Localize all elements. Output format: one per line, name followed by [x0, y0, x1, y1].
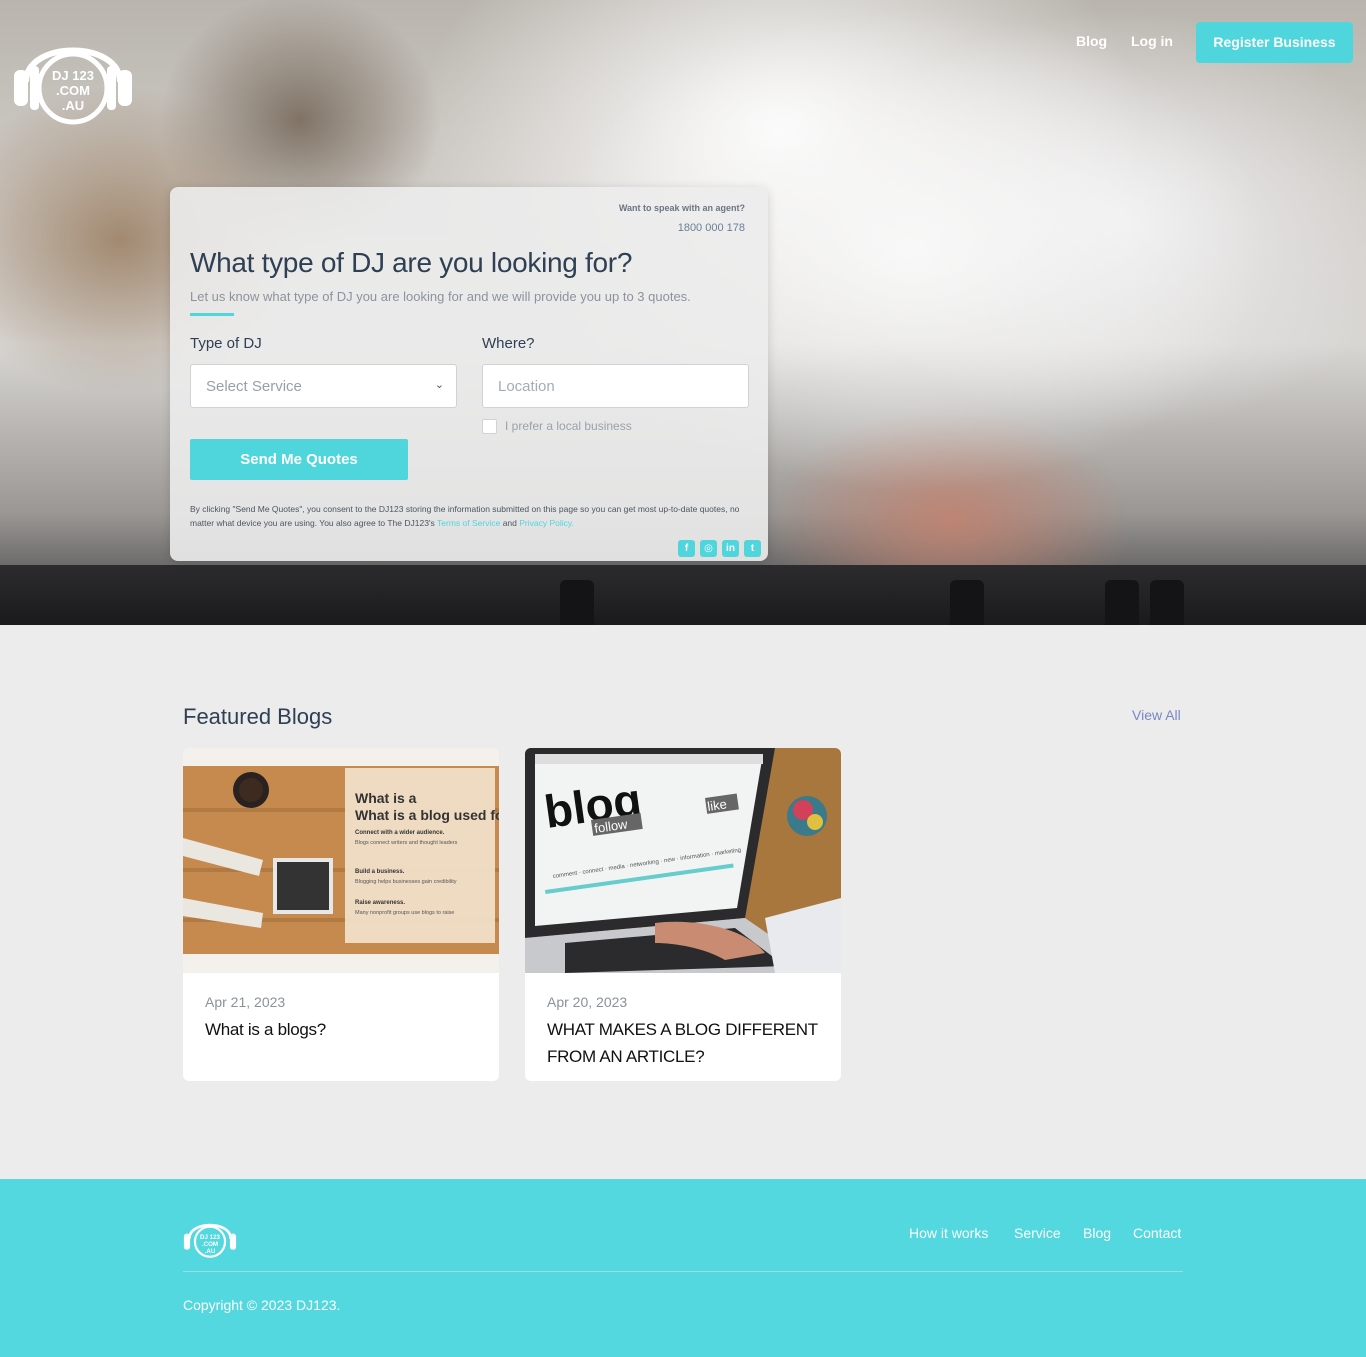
- footer-link-how-it-works[interactable]: How it works: [909, 1225, 988, 1241]
- social-links: f ◎ in t: [678, 540, 761, 557]
- footer-logo[interactable]: DJ 123 .COM .AU: [183, 1211, 237, 1259]
- site-logo[interactable]: DJ 123 .COM .AU: [12, 20, 134, 126]
- view-all-link[interactable]: View All: [1132, 707, 1181, 723]
- footer-link-service[interactable]: Service: [1014, 1225, 1061, 1241]
- copyright-text: Copyright © 2023 DJ123.: [183, 1297, 341, 1313]
- blog-title[interactable]: What is a blogs?: [205, 1016, 485, 1043]
- linkedin-icon[interactable]: in: [722, 540, 739, 557]
- local-business-checkbox[interactable]: [482, 419, 497, 434]
- consent-text: By clicking "Send Me Quotes", you consen…: [190, 502, 750, 530]
- title-underline: [190, 313, 234, 316]
- mixer-knob: [950, 580, 984, 625]
- svg-text:like: like: [706, 796, 727, 814]
- svg-text:Connect with a wider audience.: Connect with a wider audience.: [355, 830, 445, 836]
- blog-title[interactable]: WHAT MAKES A BLOG DIFFERENT FROM AN ARTI…: [547, 1016, 827, 1070]
- local-business-label: I prefer a local business: [505, 419, 632, 433]
- blog-thumbnail: What is a What is a blog used for? Conne…: [183, 748, 499, 973]
- headphones-logo-icon: DJ 123 .COM .AU: [14, 47, 132, 125]
- chevron-down-icon: ⌄: [434, 379, 444, 391]
- svg-text:What is a: What is a: [355, 790, 417, 806]
- form-title: What type of DJ are you looking for?: [190, 247, 633, 278]
- blog-thumbnail: blog follow like comment · connect · med…: [525, 748, 841, 973]
- svg-text:DJ 123: DJ 123: [200, 1234, 221, 1241]
- nav-login-link[interactable]: Log in: [1131, 33, 1173, 49]
- form-subtitle: Let us know what type of DJ you are look…: [190, 289, 691, 304]
- mixer-knob: [1105, 580, 1139, 625]
- svg-text:What is a blog used for?: What is a blog used for?: [355, 807, 499, 823]
- site-footer: DJ 123 .COM .AU How it works Service Blo…: [0, 1179, 1366, 1357]
- service-select-value: Select Service: [206, 378, 302, 395]
- svg-text:DJ 123: DJ 123: [52, 68, 94, 83]
- blog-date: Apr 20, 2023: [547, 994, 628, 1010]
- privacy-policy-link[interactable]: Privacy Policy.: [519, 518, 574, 528]
- svg-text:Raise awareness.: Raise awareness.: [355, 900, 405, 906]
- blog-card[interactable]: What is a What is a blog used for? Conne…: [183, 748, 499, 1081]
- facebook-icon[interactable]: f: [678, 540, 695, 557]
- instagram-icon[interactable]: ◎: [700, 540, 717, 557]
- footer-divider: [183, 1271, 1183, 1272]
- footer-link-contact[interactable]: Contact: [1133, 1225, 1181, 1241]
- agent-phone-link[interactable]: 1800 000 178: [678, 222, 745, 234]
- terms-of-service-link[interactable]: Terms of Service: [437, 518, 500, 528]
- register-business-button[interactable]: Register Business: [1196, 22, 1353, 63]
- svg-text:.COM: .COM: [202, 1241, 218, 1248]
- quote-form-card: Want to speak with an agent? 1800 000 17…: [170, 187, 768, 561]
- twitter-icon[interactable]: t: [744, 540, 761, 557]
- mixer-knob: [1150, 580, 1184, 625]
- svg-text:Blogs connect writers and thou: Blogs connect writers and thought leader…: [355, 840, 458, 846]
- where-label: Where?: [482, 335, 535, 352]
- svg-text:.AU: .AU: [205, 1248, 216, 1255]
- nav-blog-link[interactable]: Blog: [1076, 33, 1107, 49]
- send-me-quotes-button[interactable]: Send Me Quotes: [190, 439, 408, 480]
- svg-text:Build a business.: Build a business.: [355, 869, 405, 875]
- mixer-knob: [560, 580, 594, 625]
- svg-text:.COM: .COM: [56, 83, 90, 98]
- footer-link-blog[interactable]: Blog: [1083, 1225, 1111, 1241]
- svg-text:Blogging helps businesses gain: Blogging helps businesses gain credibili…: [355, 879, 457, 885]
- svg-text:Many nonprofit groups use blog: Many nonprofit groups use blogs to raise: [355, 910, 454, 916]
- blog-card[interactable]: blog follow like comment · connect · med…: [525, 748, 841, 1081]
- agent-question: Want to speak with an agent?: [618, 203, 745, 213]
- service-select[interactable]: Select Service ⌄: [190, 364, 457, 408]
- blog-date: Apr 21, 2023: [205, 994, 286, 1010]
- svg-text:.AU: .AU: [62, 98, 84, 113]
- consent-and: and: [502, 518, 517, 528]
- type-of-dj-label: Type of DJ: [190, 335, 262, 352]
- location-input[interactable]: [482, 364, 749, 408]
- headphones-logo-icon: DJ 123 .COM .AU: [183, 1223, 237, 1258]
- featured-blogs-heading: Featured Blogs: [183, 704, 333, 729]
